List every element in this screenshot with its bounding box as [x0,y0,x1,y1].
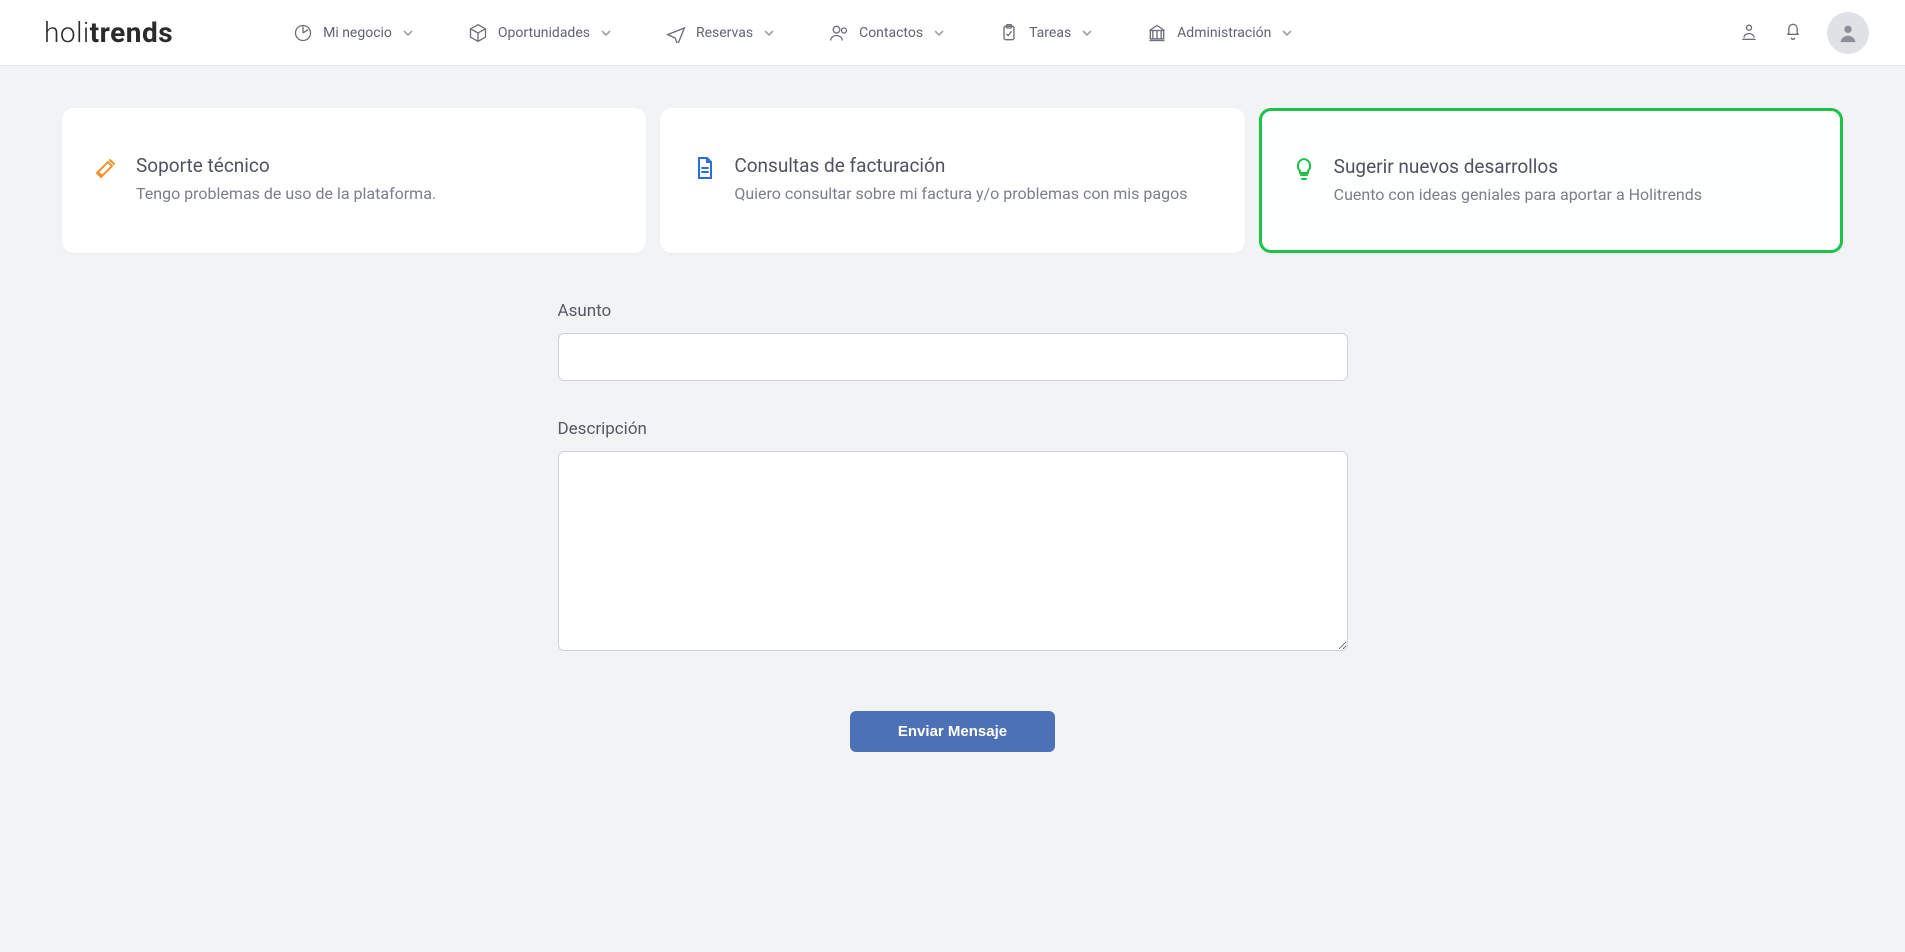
card-body: Consultas de facturación Quiero consulta… [734,154,1212,205]
nav-label: Administración [1177,25,1271,41]
avatar[interactable] [1827,12,1869,54]
card-description: Cuento con ideas geniales para aportar a… [1334,184,1810,206]
nav-tareas[interactable]: Tareas [999,23,1093,43]
contact-form: Asunto Descripción Enviar Mensaje [558,301,1348,752]
box-icon [468,23,488,43]
main-nav: Mi negocio Oportunidades Reservas [293,23,1293,43]
submit-row: Enviar Mensaje [558,711,1348,752]
users-icon [829,23,849,43]
nav-administracion[interactable]: Administración [1147,23,1293,43]
subject-input[interactable] [558,333,1348,381]
nav-oportunidades[interactable]: Oportunidades [468,23,612,43]
chevron-down-icon [402,27,414,39]
chevron-down-icon [600,27,612,39]
description-textarea[interactable] [558,451,1348,651]
nav-label: Oportunidades [498,25,590,41]
card-sugerir-desarrollos[interactable]: Sugerir nuevos desarrollos Cuento con id… [1259,108,1843,253]
card-body: Soporte técnico Tengo problemas de uso d… [136,154,614,205]
bell-icon[interactable] [1783,21,1803,45]
brand-text: holitrends [44,16,173,49]
category-cards: Soporte técnico Tengo problemas de uso d… [62,108,1843,253]
document-icon [692,156,716,180]
plane-icon [666,23,686,43]
nav-label: Tareas [1029,25,1071,41]
dashboard-icon [293,23,313,43]
app-header: holitrends Mi negocio Oportunidades [0,0,1905,66]
bank-icon [1147,23,1167,43]
nav-label: Reservas [696,25,753,41]
chevron-down-icon [933,27,945,39]
nav-mi-negocio[interactable]: Mi negocio [293,23,414,43]
nav-contactos[interactable]: Contactos [829,23,945,43]
card-soporte-tecnico[interactable]: Soporte técnico Tengo problemas de uso d… [62,108,646,253]
card-description: Quiero consultar sobre mi factura y/o pr… [734,183,1212,205]
nav-label: Contactos [859,25,923,41]
brand-logo[interactable]: holitrends [36,16,173,49]
card-description: Tengo problemas de uso de la plataforma. [136,183,614,205]
nav-label: Mi negocio [323,25,392,41]
tools-icon [94,156,118,180]
card-title: Soporte técnico [136,154,614,177]
nav-reservas[interactable]: Reservas [666,23,775,43]
description-label: Descripción [558,419,1348,439]
chevron-down-icon [1281,27,1293,39]
support-icon[interactable] [1739,21,1759,45]
chevron-down-icon [1081,27,1093,39]
header-actions [1739,12,1869,54]
subject-label: Asunto [558,301,1348,321]
subject-group: Asunto [558,301,1348,381]
lightbulb-icon [1292,157,1316,181]
description-group: Descripción [558,419,1348,655]
page-body: Soporte técnico Tengo problemas de uso d… [0,66,1905,792]
clipboard-check-icon [999,23,1019,43]
submit-button[interactable]: Enviar Mensaje [850,711,1055,752]
chevron-down-icon [763,27,775,39]
card-title: Consultas de facturación [734,154,1212,177]
card-body: Sugerir nuevos desarrollos Cuento con id… [1334,155,1810,206]
card-consultas-facturacion[interactable]: Consultas de facturación Quiero consulta… [660,108,1244,253]
card-title: Sugerir nuevos desarrollos [1334,155,1810,178]
